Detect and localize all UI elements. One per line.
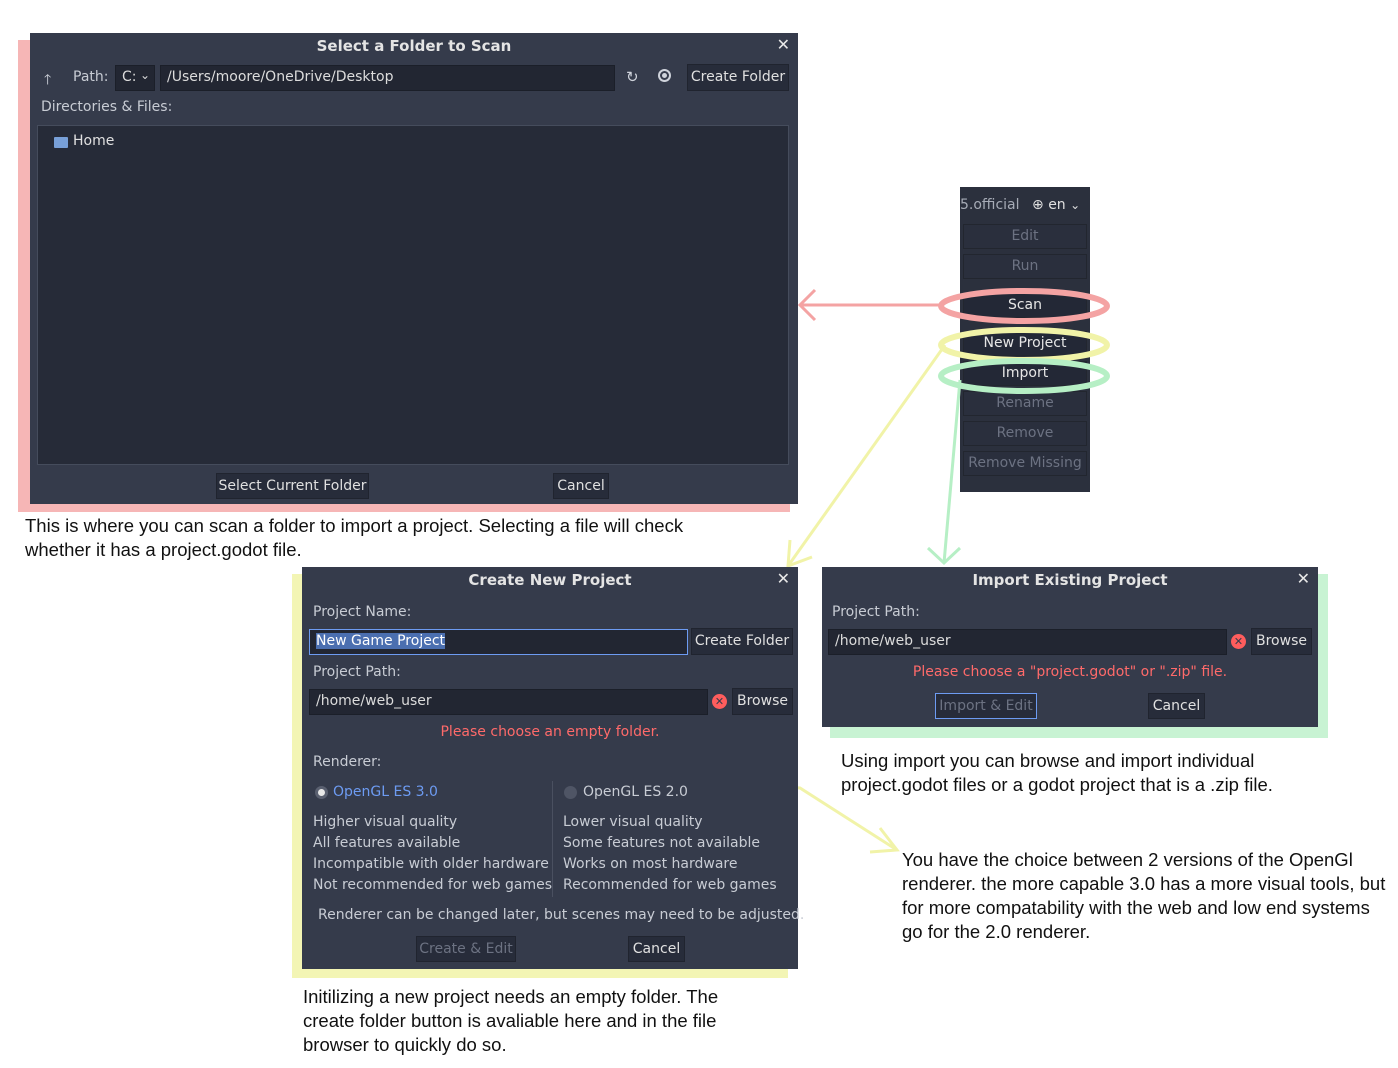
gles2-desc: Works on most hardware (563, 856, 738, 872)
cancel-button[interactable]: Cancel (1148, 693, 1205, 719)
renderer-divider (552, 781, 553, 897)
close-icon[interactable]: ✕ (777, 569, 790, 588)
renderer-option-gles2[interactable]: OpenGL ES 2.0 (583, 784, 688, 800)
project-name-label: Project Name: (313, 604, 412, 620)
gles3-desc: Not recommended for web games (313, 877, 553, 893)
gles2-desc: Recommended for web games (563, 877, 777, 893)
path-error: Please choose a "project.godot" or ".zip… (912, 664, 1228, 680)
renderer-note: Renderer can be changed later, but scene… (318, 907, 805, 923)
error-icon: ✕ (712, 694, 727, 709)
gles3-desc: All features available (313, 835, 461, 851)
gles3-desc: Higher visual quality (313, 814, 458, 830)
close-icon[interactable]: ✕ (1297, 569, 1310, 588)
import-existing-project-dialog: Import Existing Project ✕ Project Path: … (822, 567, 1318, 727)
project-path-label: Project Path: (832, 604, 920, 620)
renderer-annotation: You have the choice between 2 versions o… (902, 849, 1386, 942)
project-path-input[interactable]: /home/web_user (828, 629, 1227, 655)
create-folder-button[interactable]: Create Folder (691, 628, 793, 655)
renderer-label: Renderer: (313, 754, 382, 770)
gles2-desc: Lower visual quality (563, 814, 703, 830)
import-edit-button[interactable]: Import & Edit (935, 693, 1037, 719)
renderer-radio-gles3[interactable] (315, 786, 328, 799)
project-path-input[interactable]: /home/web_user (309, 689, 708, 715)
path-error: Please choose an empty folder. (440, 724, 660, 740)
project-name-input[interactable]: New Game Project (309, 629, 688, 655)
error-icon: ✕ (1231, 634, 1246, 649)
create-new-project-dialog: Create New Project ✕ Project Name: New G… (302, 567, 804, 969)
create-edit-button[interactable]: Create & Edit (416, 936, 516, 962)
dialog-title: Import Existing Project (972, 571, 1168, 589)
gles2-desc: Some features not available (563, 835, 761, 851)
dialog-title: Create New Project (468, 571, 632, 589)
renderer-option-gles3[interactable]: OpenGL ES 3.0 (333, 784, 438, 800)
gles3-desc: Incompatible with older hardware (313, 856, 549, 872)
renderer-radio-gles2[interactable] (564, 786, 577, 799)
project-path-label: Project Path: (313, 664, 401, 680)
new-project-annotation: Initilizing a new project needs an empty… (303, 986, 719, 1055)
browse-button[interactable]: Browse (1251, 628, 1312, 655)
project-name-value: New Game Project (316, 633, 446, 649)
cancel-button[interactable]: Cancel (628, 936, 685, 962)
browse-button[interactable]: Browse (732, 688, 793, 715)
import-annotation: Using import you can browse and import i… (841, 750, 1273, 795)
